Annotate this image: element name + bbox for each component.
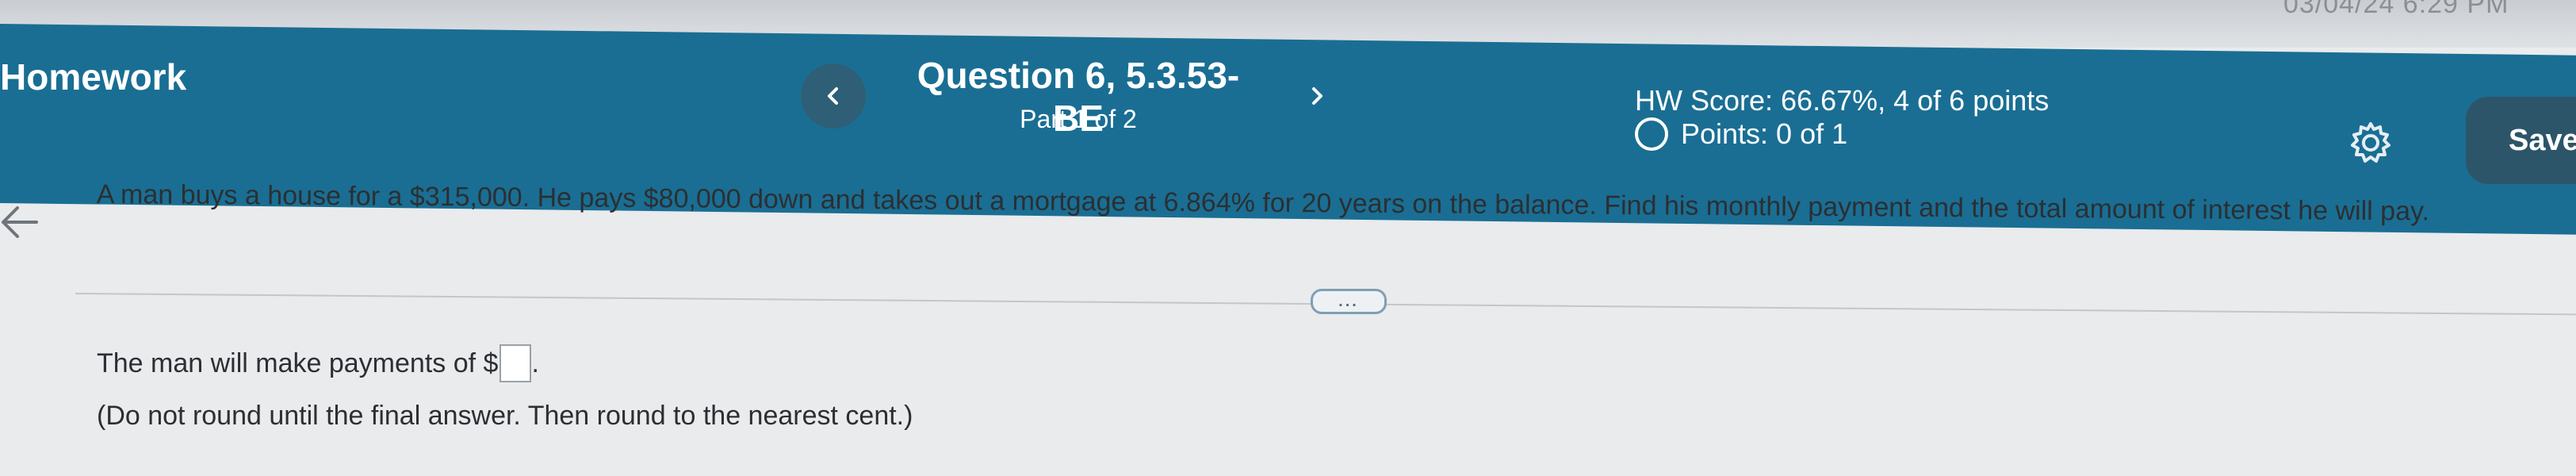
question-part: Part 1 of 2 — [1020, 105, 1137, 133]
gear-icon — [2351, 122, 2390, 163]
answer-prompt: The man will make payments of $ — [97, 347, 499, 378]
answer-line: The man will make payments of $ . — [97, 344, 539, 382]
chevron-left-icon — [828, 87, 838, 105]
payment-answer-input[interactable] — [500, 344, 532, 382]
points-status: Points: 0 of 1 — [1635, 117, 1847, 151]
points-text: Points: 0 of 1 — [1681, 117, 1848, 150]
previous-question-button[interactable] — [801, 63, 866, 129]
hw-score: HW Score: 66.67%, 4 of 6 points — [1635, 84, 2050, 117]
save-button[interactable]: Save — [2466, 97, 2576, 184]
rounding-instruction: (Do not round until the final answer. Th… — [97, 401, 913, 431]
chevron-right-icon — [1312, 87, 1322, 105]
next-question-button[interactable] — [1284, 63, 1349, 129]
arrow-left-icon — [2, 206, 38, 238]
back-button[interactable] — [0, 198, 40, 246]
settings-button[interactable] — [2343, 115, 2398, 171]
homework-title[interactable]: Homework — [0, 56, 186, 98]
incomplete-circle-icon — [1635, 117, 1668, 151]
answer-suffix: . — [531, 347, 539, 378]
clock-text: 03/04/24 6:29 PM — [2283, 0, 2509, 19]
more-button[interactable]: ... — [1311, 289, 1387, 314]
